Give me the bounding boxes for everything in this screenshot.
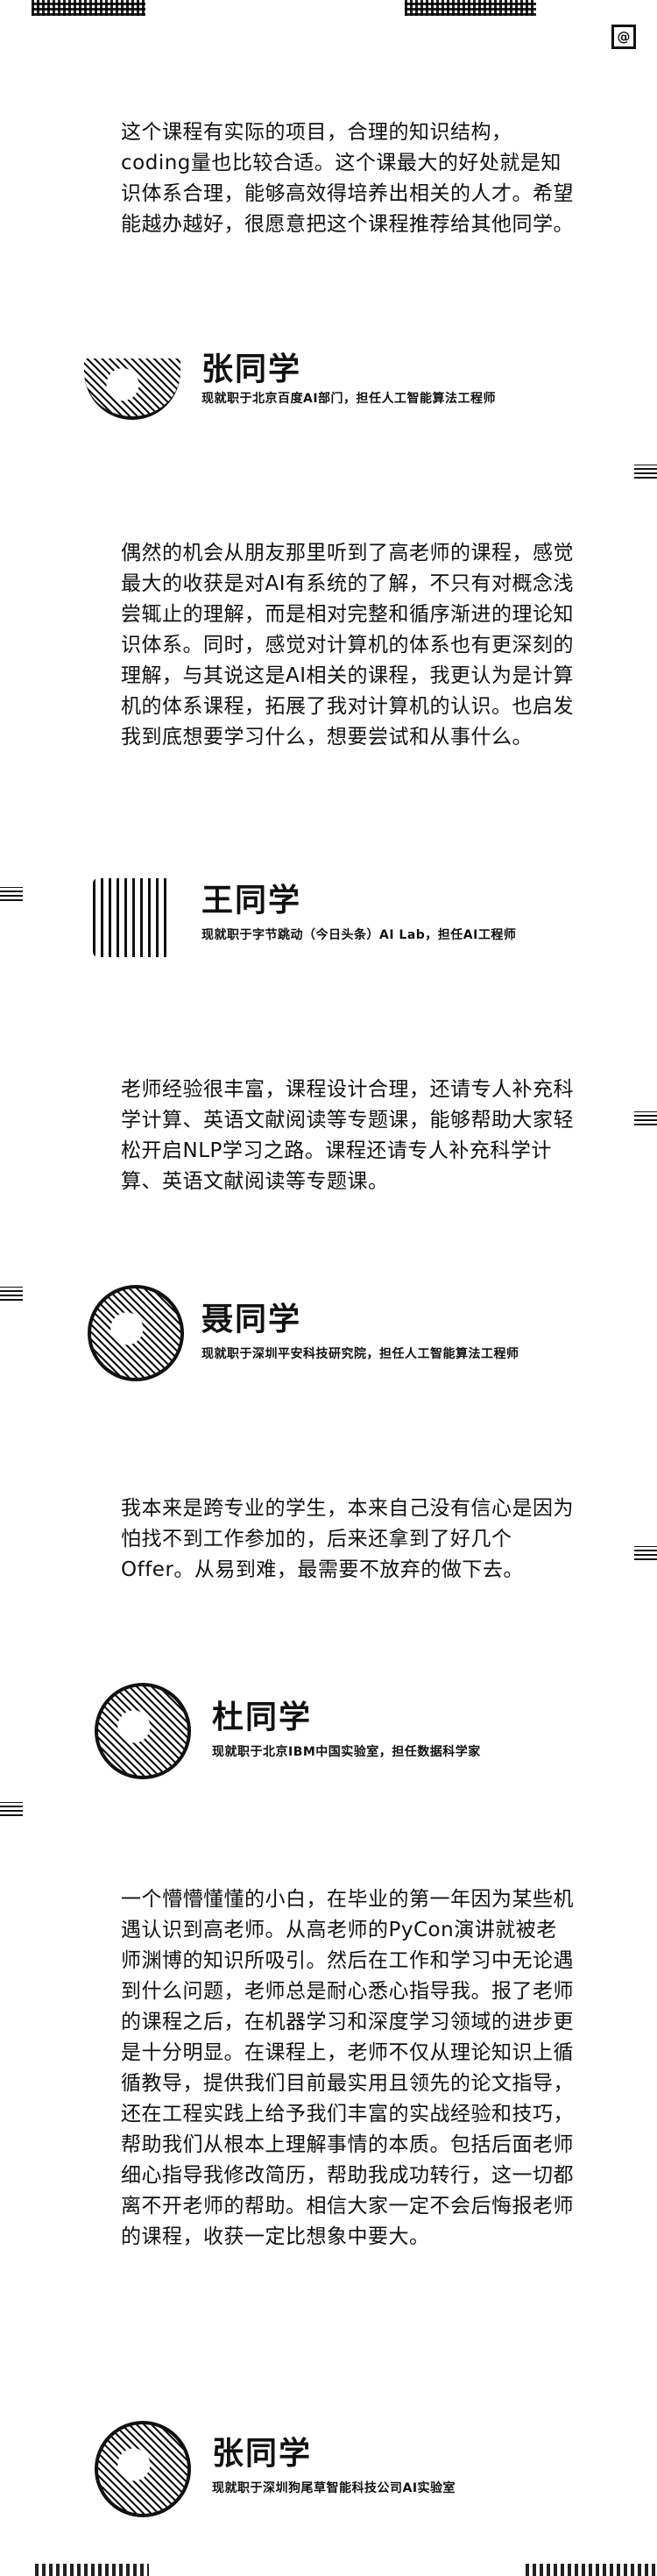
- student-role: 现就职于深圳狗尾草智能科技公司AI实验室: [212, 2481, 456, 2495]
- testimonial-quote: 这个课程有实际的项目，合理的知识结构，coding量也比较合适。这个课最大的好处…: [121, 121, 574, 236]
- student-name: 王同学: [201, 883, 302, 919]
- testimonial-profile: 杜同学 现就职于北京IBM中国实验室，担任数据科学家: [95, 1683, 638, 1788]
- testimonial-quote: 老师经验很丰富，课程设计合理，还请专人补充科学计算、英语文献阅读等专题课，能够帮…: [121, 1078, 574, 1193]
- avatar: [95, 2421, 191, 2517]
- testimonial-quote: 一个懵懵懂懂的小白，在毕业的第一年因为某些机遇认识到高老师。从高老师的PyCon…: [121, 1888, 574, 2248]
- avatar: [88, 1285, 184, 1381]
- avatar: [95, 1683, 191, 1779]
- pixel-decoration: [32, 0, 145, 16]
- dash-decoration: [0, 887, 23, 901]
- testimonial-quote: 偶然的机会从朋友那里听到了高老师的课程，感觉最大的收获是对AI有系统的了解，不只…: [121, 542, 575, 749]
- pixel-decoration: [526, 2564, 657, 2576]
- dash-decoration: [634, 465, 657, 479]
- student-name: 张同学: [201, 351, 302, 387]
- corner-icon: @: [611, 25, 636, 49]
- student-role: 现就职于北京百度AI部门，担任人工智能算法工程师: [201, 392, 497, 406]
- student-role: 现就职于深圳平安科技研究院，担任人工智能算法工程师: [201, 1347, 519, 1361]
- pixel-decoration: [35, 2564, 149, 2576]
- student-name: 张同学: [212, 2436, 313, 2472]
- student-name: 杜同学: [212, 1700, 313, 1735]
- dash-decoration: [634, 1546, 657, 1560]
- student-name: 聂同学: [201, 1302, 302, 1338]
- student-role: 现就职于北京IBM中国实验室，担任数据科学家: [212, 1745, 481, 1759]
- testimonials-page: @ 这个课程有实际的项目，合理的知识结构，coding量也比较合适。这个课最大的…: [0, 0, 657, 2576]
- testimonial-quote: 我本来是跨专业的学生，本来自己没有信心是因为怕找不到工作参加的，后来还拿到了好几…: [121, 1497, 574, 1581]
- testimonial-profile: 聂同学 现就职于深圳平安科技研究院，担任人工智能算法工程师: [88, 1285, 631, 1390]
- testimonial-profile: 张同学 现就职于北京百度AI部门，担任人工智能算法工程师: [84, 337, 627, 442]
- pixel-decoration: [405, 0, 536, 16]
- student-role: 现就职于字节跳动（今日头条）AI Lab，担任AI工程师: [201, 928, 517, 942]
- testimonial-profile: 张同学 现就职于深圳狗尾草智能科技公司AI实验室: [95, 2421, 638, 2526]
- dash-decoration: [0, 1802, 23, 1816]
- dash-decoration: [0, 1287, 23, 1301]
- testimonial-profile: 王同学 现就职于字节跳动（今日头条）AI Lab，担任AI工程师: [93, 869, 636, 975]
- avatar: [84, 358, 180, 420]
- dash-decoration: [634, 1111, 657, 1125]
- avatar: [93, 878, 172, 957]
